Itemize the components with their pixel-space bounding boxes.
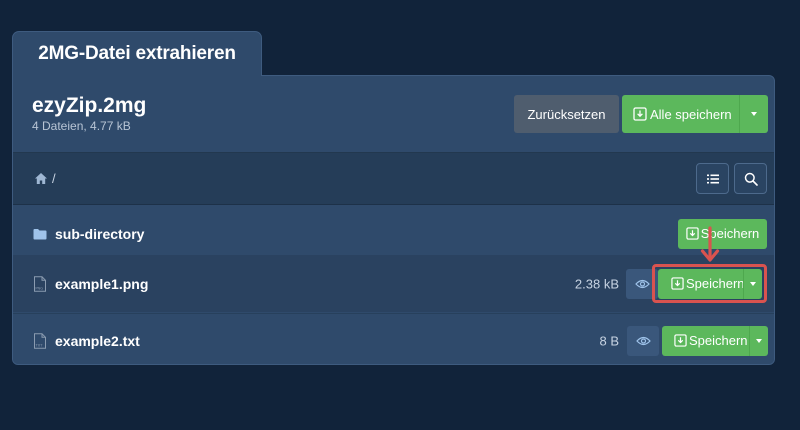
- archive-header: ezyZip.2mg 4 Dateien, 4.77 kB Zurücksetz…: [13, 76, 774, 153]
- file-row[interactable]: TXT example2.txt 8 B Speichern: [13, 313, 774, 364]
- file-size: 2.38 kB: [574, 276, 619, 291]
- breadcrumb[interactable]: /: [34, 171, 56, 186]
- file-name[interactable]: example1.png: [55, 276, 148, 292]
- list-view-button[interactable]: [696, 163, 729, 194]
- save-all-button[interactable]: Alle speichern: [622, 95, 768, 133]
- save-all-dropdown-toggle[interactable]: [739, 95, 768, 133]
- save-button[interactable]: Speichern: [678, 218, 767, 249]
- tab-extract-2mg[interactable]: 2MG-Datei extrahieren: [12, 31, 262, 76]
- eye-icon: [634, 279, 650, 288]
- save-dropdown-toggle[interactable]: [749, 325, 768, 356]
- download-icon: [633, 107, 647, 121]
- folder-icon: [33, 228, 47, 239]
- chevron-down-icon: [756, 338, 762, 343]
- save-button[interactable]: Speichern: [662, 325, 768, 356]
- reset-button-label: Zurücksetzen: [527, 106, 606, 122]
- save-button-label: Speichern: [689, 333, 748, 348]
- search-icon: [744, 172, 758, 186]
- download-icon: [686, 227, 699, 240]
- home-icon[interactable]: [34, 172, 48, 185]
- download-icon: [674, 334, 687, 347]
- search-button[interactable]: [734, 163, 767, 194]
- file-type-tag: PNG: [35, 286, 43, 290]
- arrow-down-icon: [700, 226, 720, 262]
- archive-meta: 4 Dateien, 4.77 kB: [32, 119, 131, 133]
- file-size: 8 B: [599, 333, 619, 348]
- eye-icon: [635, 336, 651, 345]
- file-type-tag: TXT: [35, 343, 44, 347]
- save-all-label: Alle speichern: [650, 106, 732, 122]
- file-name[interactable]: example2.txt: [55, 333, 140, 349]
- extract-panel: ezyZip.2mg 4 Dateien, 4.77 kB Zurücksetz…: [12, 75, 775, 365]
- highlight-box: [652, 264, 767, 303]
- list-icon: [706, 174, 719, 183]
- tab-title: 2MG-Datei extrahieren: [38, 43, 236, 64]
- archive-name: ezyZip.2mg: [32, 94, 147, 117]
- txt-file-icon: TXT: [34, 332, 46, 349]
- breadcrumb-toolbar: /: [13, 153, 774, 205]
- preview-button[interactable]: [627, 325, 659, 356]
- reset-button[interactable]: Zurücksetzen: [514, 95, 619, 133]
- png-file-icon: PNG: [34, 275, 46, 292]
- breadcrumb-path: /: [52, 171, 56, 186]
- chevron-down-icon: [751, 112, 757, 116]
- file-name[interactable]: sub-directory: [55, 226, 144, 242]
